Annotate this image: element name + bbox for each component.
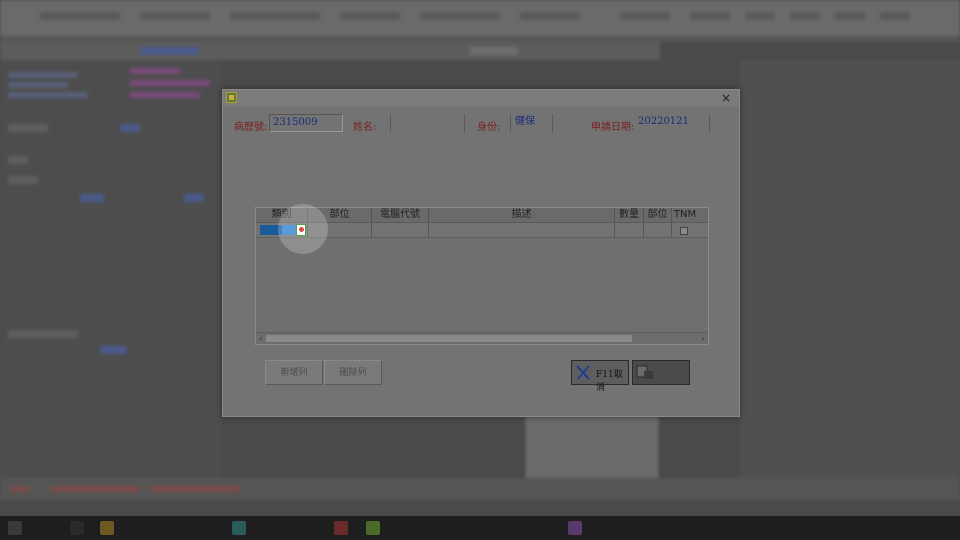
scroll-left-icon[interactable]: ‹ <box>256 333 266 344</box>
cell-site-2[interactable] <box>644 223 672 237</box>
name-field[interactable] <box>392 114 462 132</box>
column-header-description[interactable]: 描述 <box>429 208 615 222</box>
taskbar-app-icon[interactable] <box>232 521 246 535</box>
close-icon: × <box>720 91 732 105</box>
apply-date-field[interactable]: 20220121 <box>635 114 695 132</box>
close-button[interactable]: × <box>719 91 733 105</box>
request-grid: 類別 部位 電腦代號 描述 數量 部位 TNM ‹ › <box>255 207 709 345</box>
cell-category[interactable] <box>256 223 308 237</box>
table-row[interactable] <box>256 223 708 238</box>
column-header-category[interactable]: 類別 <box>256 208 308 222</box>
dialog-titlebar: × <box>223 90 739 106</box>
cell-description[interactable] <box>429 223 615 237</box>
taskbar-app-icon[interactable] <box>366 521 380 535</box>
confirm-button[interactable] <box>632 360 690 385</box>
grid-header: 類別 部位 電腦代號 描述 數量 部位 TNM <box>256 208 708 223</box>
bg-left-panel <box>0 60 222 500</box>
delete-row-button[interactable]: 刪除列 <box>324 360 382 385</box>
bg-right-panel <box>740 60 960 500</box>
chart-number-label: 病歷號: <box>234 122 268 133</box>
x-icon <box>576 365 590 380</box>
taskbar-folder-icon[interactable] <box>100 521 114 535</box>
horizontal-scrollbar[interactable]: ‹ › <box>256 332 708 344</box>
bg-window-title <box>0 42 660 60</box>
cancel-label: F11取消 <box>596 370 623 393</box>
column-header-site-2[interactable]: 部位 <box>644 208 672 222</box>
dropdown-icon[interactable] <box>296 224 306 236</box>
name-label: 姓名: <box>353 122 377 133</box>
bg-right-frame <box>526 416 658 480</box>
cell-computer-code[interactable] <box>372 223 429 237</box>
taskbar-app-icon[interactable] <box>334 521 348 535</box>
scroll-thumb[interactable] <box>266 335 632 342</box>
cell-quantity[interactable] <box>615 223 644 237</box>
app-icon <box>226 92 237 103</box>
pathology-request-dialog: × 病歷號: 2315009 姓名: 身份: 健保 申請日期: 20220121… <box>222 89 740 417</box>
apply-date-label: 申請日期: <box>591 122 635 133</box>
cancel-button[interactable]: F11取消 <box>571 360 629 393</box>
bg-status-bar <box>0 478 960 500</box>
taskbar-app-icon[interactable] <box>70 521 84 535</box>
column-header-site[interactable]: 部位 <box>308 208 372 222</box>
taskbar <box>0 516 960 540</box>
identity-label: 身份: <box>477 122 501 133</box>
column-header-quantity[interactable]: 數量 <box>615 208 644 222</box>
tnm-checkbox[interactable] <box>680 227 688 235</box>
cell-site[interactable] <box>308 223 372 237</box>
scroll-right-icon[interactable]: › <box>698 333 708 344</box>
confirm-icon <box>636 365 653 379</box>
start-icon[interactable] <box>8 521 22 535</box>
chart-number-field[interactable]: 2315009 <box>269 114 343 132</box>
add-row-button[interactable]: 新增列 <box>265 360 323 385</box>
column-header-computer-code[interactable]: 電腦代號 <box>372 208 429 222</box>
identity-field[interactable]: 健保 <box>512 114 552 132</box>
column-header-tnm[interactable]: TNM <box>672 208 698 222</box>
bg-menubar <box>0 0 960 36</box>
taskbar-app-icon[interactable] <box>568 521 582 535</box>
